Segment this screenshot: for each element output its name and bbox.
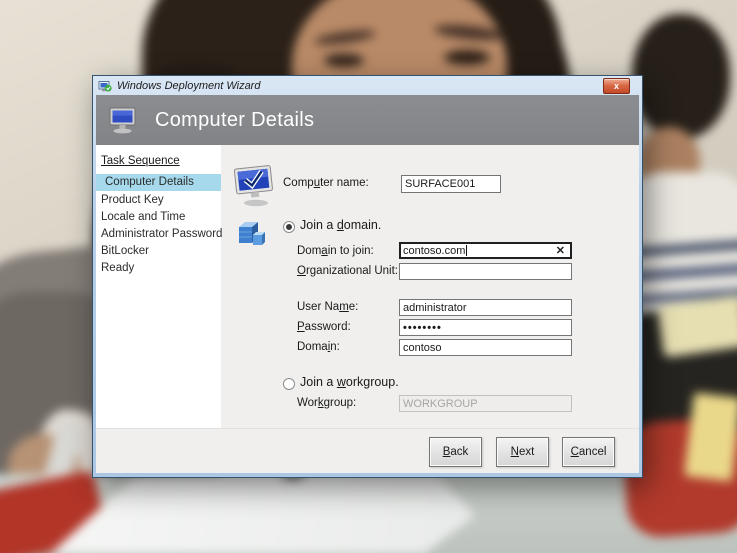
- domain-to-join-value: contoso.com: [403, 245, 465, 257]
- password-input[interactable]: [399, 319, 572, 336]
- back-button[interactable]: Back: [429, 437, 482, 467]
- sticky-notes: [684, 392, 737, 481]
- clear-icon[interactable]: ✕: [556, 244, 565, 257]
- sidebar: Task Sequence Computer Details Product K…: [96, 145, 221, 428]
- sidebar-item-locale-and-time[interactable]: Locale and Time: [96, 209, 221, 226]
- computer-name-input[interactable]: [401, 175, 501, 193]
- form-panel: Computer name: Join a domain.: [221, 145, 639, 428]
- domain-label: Domain:: [297, 339, 340, 356]
- sidebar-link-task-sequence[interactable]: Task Sequence: [101, 155, 221, 167]
- wizard-header: Computer Details: [96, 95, 639, 145]
- user-name-input[interactable]: [399, 299, 572, 316]
- cancel-button[interactable]: Cancel: [562, 437, 615, 467]
- join-workgroup-radio[interactable]: [283, 378, 295, 390]
- button-bar: Back Next Cancel: [96, 428, 639, 474]
- window-body: Computer Details Task Sequence Computer …: [96, 95, 639, 473]
- woman-eye: [444, 50, 490, 65]
- app-icon: [98, 79, 112, 93]
- computer-name-label: Computer name:: [283, 175, 369, 192]
- domain-to-join-input[interactable]: contoso.com ✕: [399, 242, 572, 259]
- sidebar-item-bitlocker[interactable]: BitLocker: [96, 243, 221, 260]
- computer-icon: [109, 107, 139, 134]
- workgroup-input: [399, 395, 572, 412]
- password-label: Password:: [297, 319, 351, 336]
- woman-eye: [324, 54, 364, 67]
- domain-to-join-label: Domain to join:: [297, 243, 374, 260]
- page-title: Computer Details: [155, 109, 314, 132]
- sidebar-item-computer-details[interactable]: Computer Details: [96, 174, 221, 191]
- window-title: Windows Deployment Wizard: [117, 80, 260, 92]
- computer-check-icon: [232, 165, 280, 208]
- domain-input[interactable]: [399, 339, 572, 356]
- join-domain-radio[interactable]: [283, 221, 295, 233]
- join-domain-label: Join a domain.: [300, 217, 381, 234]
- sidebar-item-administrator-password[interactable]: Administrator Password: [96, 226, 221, 243]
- man-hair: [632, 14, 730, 139]
- content-row: Task Sequence Computer Details Product K…: [96, 145, 639, 428]
- join-workgroup-label: Join a workgroup.: [300, 374, 399, 391]
- close-button[interactable]: x: [603, 78, 630, 94]
- title-bar[interactable]: Windows Deployment Wizard x: [96, 76, 639, 95]
- open-book: [657, 294, 737, 357]
- domain-servers-icon: [237, 219, 265, 249]
- next-button[interactable]: Next: [496, 437, 549, 467]
- close-icon: x: [614, 82, 619, 91]
- wizard-window: Windows Deployment Wizard x Computer Det…: [92, 75, 643, 478]
- organizational-unit-label: Organizational Unit:: [297, 263, 398, 280]
- user-name-label: User Name:: [297, 299, 358, 316]
- organizational-unit-input[interactable]: [399, 263, 572, 280]
- screen: Windows Deployment Wizard x Computer Det…: [0, 0, 737, 553]
- sidebar-item-ready[interactable]: Ready: [96, 260, 221, 277]
- sidebar-item-product-key[interactable]: Product Key: [96, 192, 221, 209]
- text-caret: [466, 245, 467, 256]
- workgroup-label: Workgroup:: [297, 395, 356, 412]
